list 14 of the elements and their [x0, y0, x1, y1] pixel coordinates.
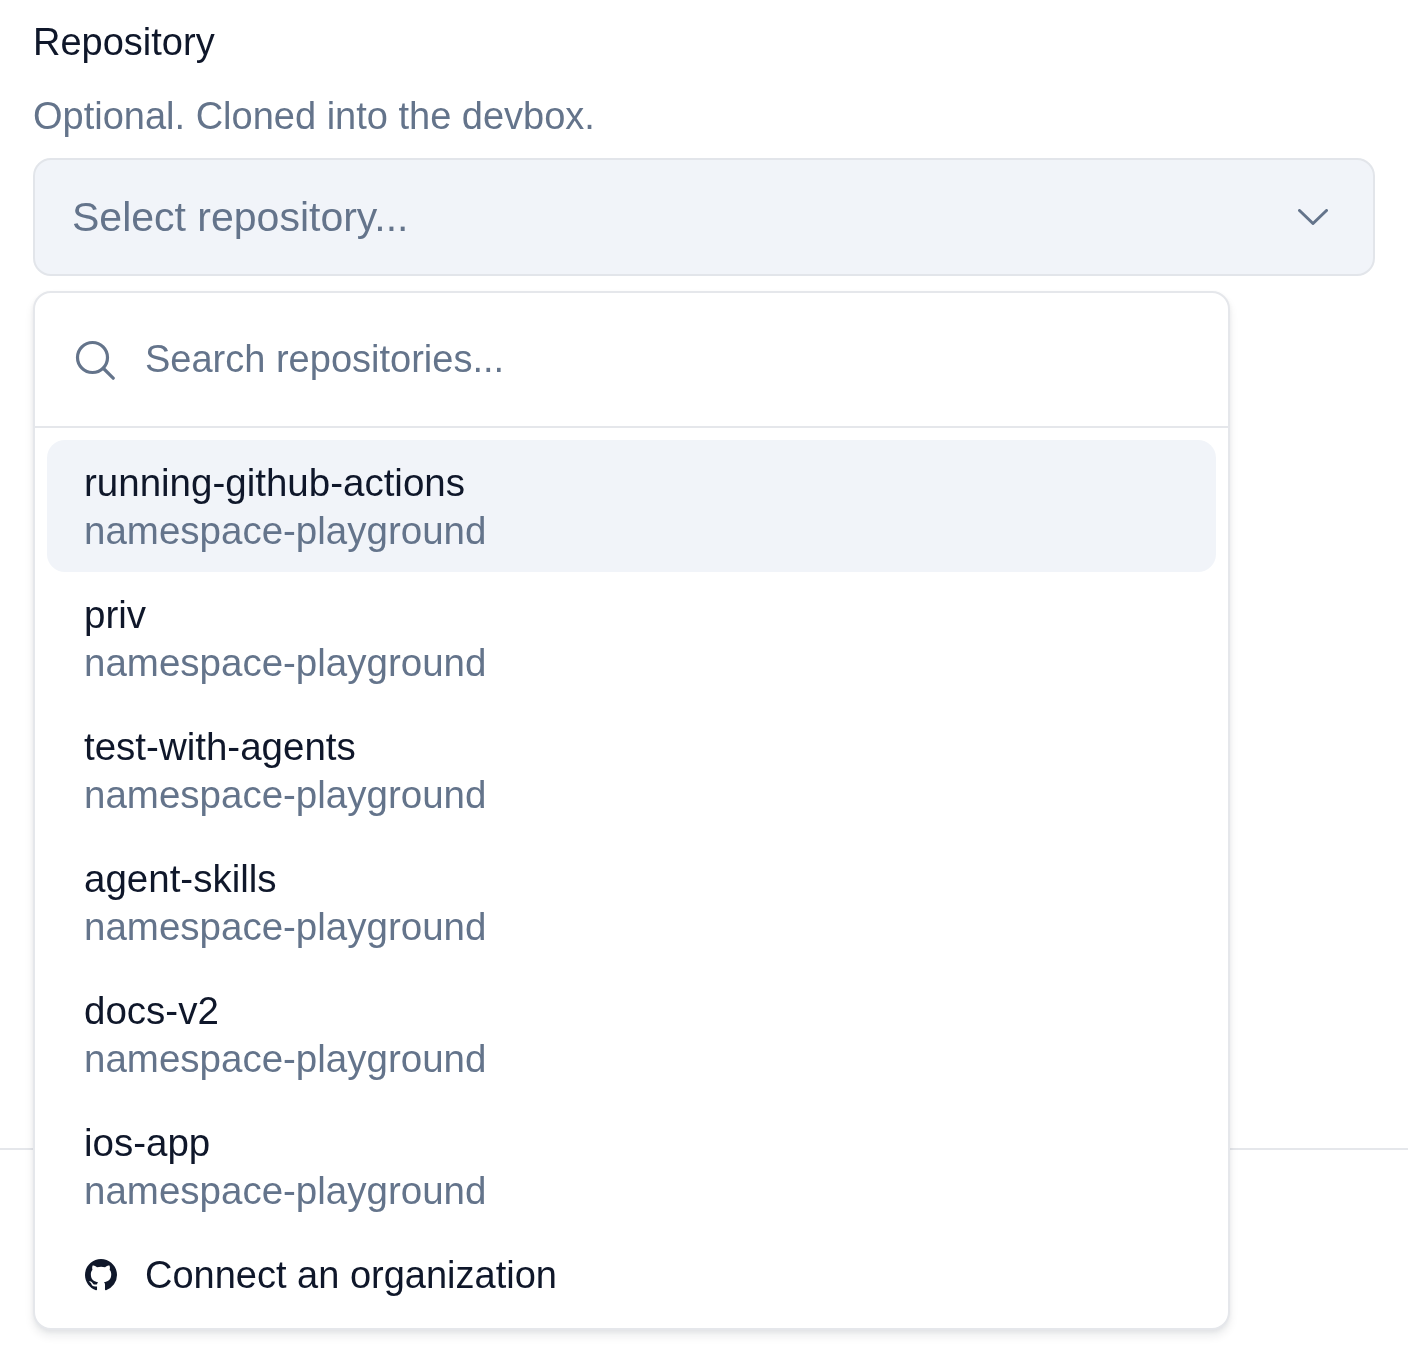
repository-option[interactable]: docs-v2 namespace-playground — [47, 968, 1216, 1100]
repository-option[interactable]: running-github-actions namespace-playground — [47, 440, 1216, 572]
repository-option[interactable]: priv namespace-playground — [47, 572, 1216, 704]
search-input[interactable]: Search repositories... — [145, 329, 1188, 390]
connect-organization-button[interactable]: Connect an organization — [47, 1232, 1216, 1318]
field-description: Optional. Cloned into the devbox. — [33, 94, 595, 139]
repository-option[interactable]: ios-app namespace-playground — [47, 1100, 1216, 1232]
field-label: Repository — [33, 20, 215, 65]
repository-option[interactable]: agent-skills namespace-playground — [47, 836, 1216, 968]
chevron-down-icon — [1298, 209, 1328, 225]
repository-select[interactable]: Select repository... — [33, 158, 1375, 276]
search-icon — [75, 339, 115, 380]
repository-option[interactable]: test-with-agents namespace-playground — [47, 704, 1216, 836]
github-icon — [85, 1259, 117, 1291]
